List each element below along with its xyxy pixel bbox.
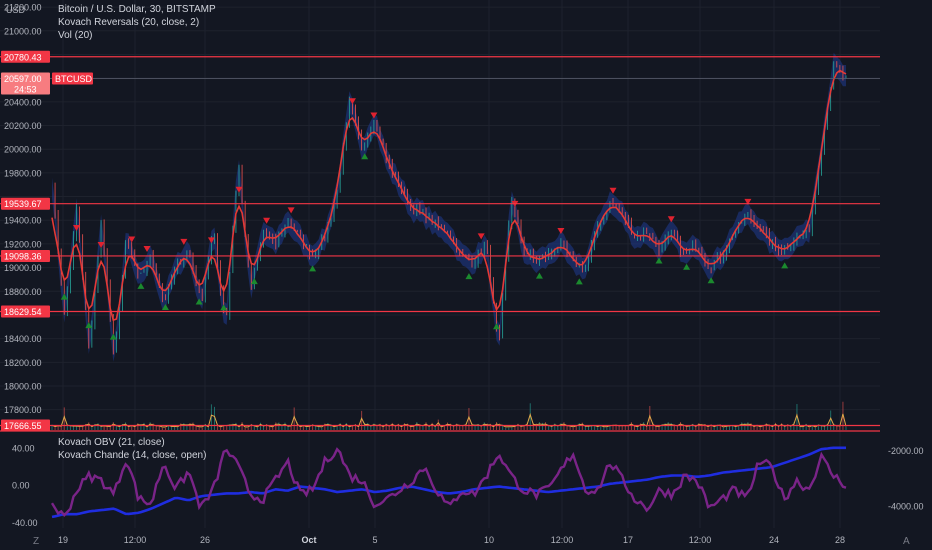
sell-marker <box>667 216 675 223</box>
time-tick-label: Oct <box>301 535 316 545</box>
price-tick-label: 18000.00 <box>4 382 42 392</box>
volume-legend[interactable]: Vol (20) <box>58 30 92 42</box>
time-tick-label: 17 <box>623 535 633 545</box>
buy-marker <box>309 265 317 272</box>
level-label: 19539.67 <box>4 199 42 209</box>
price-tick-label: 19400.00 <box>4 216 42 226</box>
price-tick-label: 20000.00 <box>4 145 42 155</box>
symbol-legend[interactable]: Bitcoin / U.S. Dollar, 30, BITSTAMP <box>58 4 216 16</box>
level-label: 18629.54 <box>4 307 42 317</box>
price-tick-label: 20400.00 <box>4 97 42 107</box>
price-tick-label: 18400.00 <box>4 334 42 344</box>
price-tick-label: 19200.00 <box>4 239 42 249</box>
sell-marker <box>557 227 565 234</box>
current-price-value: 20597.00 <box>4 74 42 84</box>
buy-marker <box>137 282 145 289</box>
time-tick-label: 28 <box>835 535 845 545</box>
buy-marker <box>535 272 543 279</box>
price-tick-label: 20200.00 <box>4 121 42 131</box>
chande-tick-label: 40.00 <box>12 443 35 453</box>
buy-marker <box>465 273 473 280</box>
time-tick-label: 26 <box>200 535 210 545</box>
level-label: 17666.55 <box>4 421 42 431</box>
auto-scale-button[interactable]: A <box>903 536 910 547</box>
obv-tick-label: -2000.00 <box>888 446 924 456</box>
buy-marker <box>575 278 583 285</box>
zoom-button[interactable]: Z <box>33 536 39 547</box>
chande-legend[interactable]: Kovach Chande (14, close, open) <box>58 450 206 462</box>
obv-legend[interactable]: Kovach OBV (21, close) <box>58 437 165 449</box>
chande-tick-label: 0.00 <box>12 481 30 491</box>
time-tick-label: 24 <box>769 535 779 545</box>
obv-tick-label: -4000.00 <box>888 501 924 511</box>
time-tick-label: 12:00 <box>689 535 712 545</box>
chart-canvas[interactable]: 20780.43 19539.67 19098.36 18629.54 17666.55… <box>0 0 932 550</box>
time-tick-label: 19 <box>58 535 68 545</box>
price-tick-label: 18800.00 <box>4 287 42 297</box>
level-label: 20780.43 <box>4 52 42 62</box>
buy-marker <box>655 257 663 264</box>
current-price-tag: 20597.0024:53 BTCUSD <box>0 72 880 95</box>
kovach-reversal-line <box>51 69 847 322</box>
chande-tick-label: -40.00 <box>12 518 38 528</box>
price-tick-label: 19800.00 <box>4 168 42 178</box>
buy-marker <box>683 263 691 270</box>
bar-countdown: 24:53 <box>14 85 37 95</box>
price-tick-label: 19000.00 <box>4 263 42 273</box>
time-tick-label: 12:00 <box>124 535 147 545</box>
price-tick-label: 17800.00 <box>4 405 42 415</box>
time-tick-label: 12:00 <box>551 535 574 545</box>
time-tick-label: 10 <box>484 535 494 545</box>
level-label: 19098.36 <box>4 251 42 261</box>
time-tick-label: 5 <box>372 535 377 545</box>
price-tick-label: 18200.00 <box>4 358 42 368</box>
buy-marker <box>781 262 789 269</box>
reversals-legend[interactable]: Kovach Reversals (20, close, 2) <box>58 17 199 29</box>
symbol-tag-label: BTCUSD <box>55 74 93 84</box>
price-candles <box>54 61 847 355</box>
currency-label: USD <box>6 5 26 15</box>
price-tick-label: 21000.00 <box>4 26 42 36</box>
